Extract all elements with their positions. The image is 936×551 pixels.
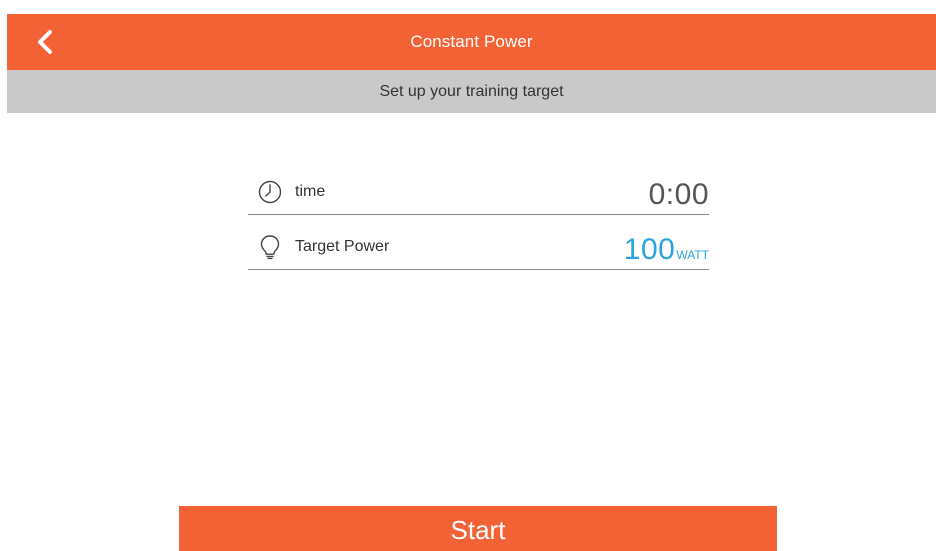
start-button-label: Start bbox=[450, 515, 506, 545]
page-title: Constant Power bbox=[410, 32, 533, 51]
time-row[interactable]: time 0:00 bbox=[248, 162, 709, 215]
header-bar: Constant Power bbox=[7, 14, 936, 70]
subheader-bar: Set up your training target bbox=[7, 70, 936, 113]
target-power-label: Target Power bbox=[295, 238, 390, 255]
settings-list: time 0:00 Target Power 100 WATT bbox=[248, 162, 709, 270]
time-row-label-group: time bbox=[257, 179, 325, 205]
time-label: time bbox=[295, 183, 326, 200]
target-power-unit: WATT bbox=[676, 248, 709, 262]
target-power-value[interactable]: 100 WATT bbox=[624, 233, 709, 267]
screen: Constant Power Set up your training targ… bbox=[0, 0, 936, 551]
back-button[interactable] bbox=[29, 26, 61, 58]
subheader-text: Set up your training target bbox=[379, 82, 564, 100]
time-value[interactable]: 0:00 bbox=[649, 178, 709, 212]
lightbulb-icon bbox=[257, 234, 283, 260]
clock-icon bbox=[257, 179, 283, 205]
start-button[interactable]: Start bbox=[179, 506, 777, 551]
target-power-row-label-group: Target Power bbox=[257, 234, 389, 260]
target-power-row[interactable]: Target Power 100 WATT bbox=[248, 215, 709, 270]
target-power-number: 100 bbox=[623, 233, 676, 266]
chevron-left-icon bbox=[38, 30, 52, 54]
